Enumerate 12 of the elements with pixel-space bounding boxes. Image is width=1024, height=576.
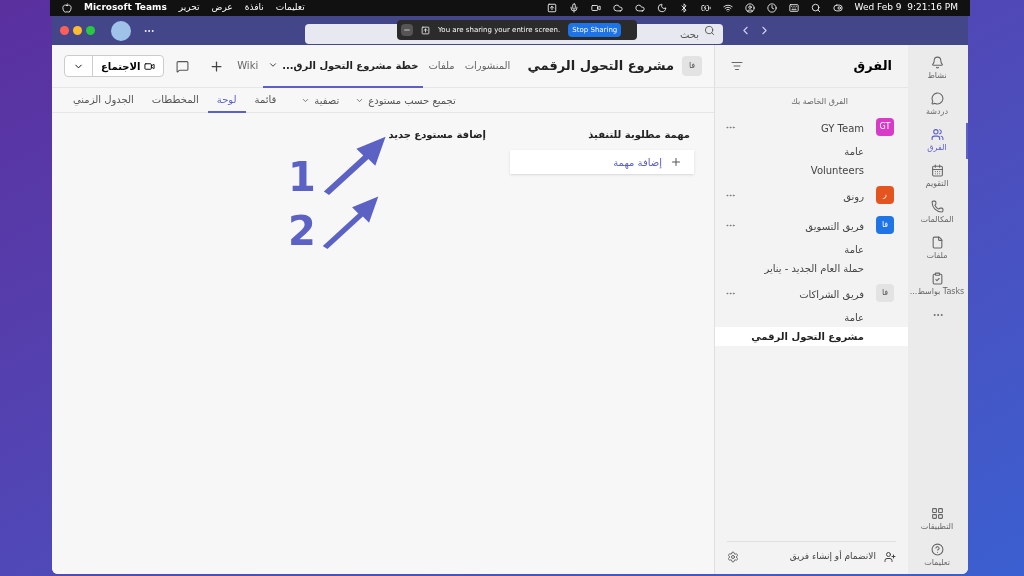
team-avatar: ر: [876, 186, 894, 204]
team-avatar: فا: [876, 216, 894, 234]
team-avatar: فا: [876, 284, 894, 302]
section-label: الفرق الخاصة بك: [790, 96, 849, 108]
team-avatar: GT: [876, 118, 894, 136]
step-number: 2: [288, 211, 316, 251]
channel-title: مشروع التحول الرقمي: [527, 57, 674, 76]
bucket-title: مهمة مطلوبة للتنفيذ: [587, 128, 691, 142]
clock: Wed Feb 9 9:21:16 PM: [854, 1, 958, 15]
step-number: 1: [288, 157, 316, 197]
channel-avatar: فا: [682, 56, 702, 76]
panel-title: الفرق: [852, 57, 892, 76]
